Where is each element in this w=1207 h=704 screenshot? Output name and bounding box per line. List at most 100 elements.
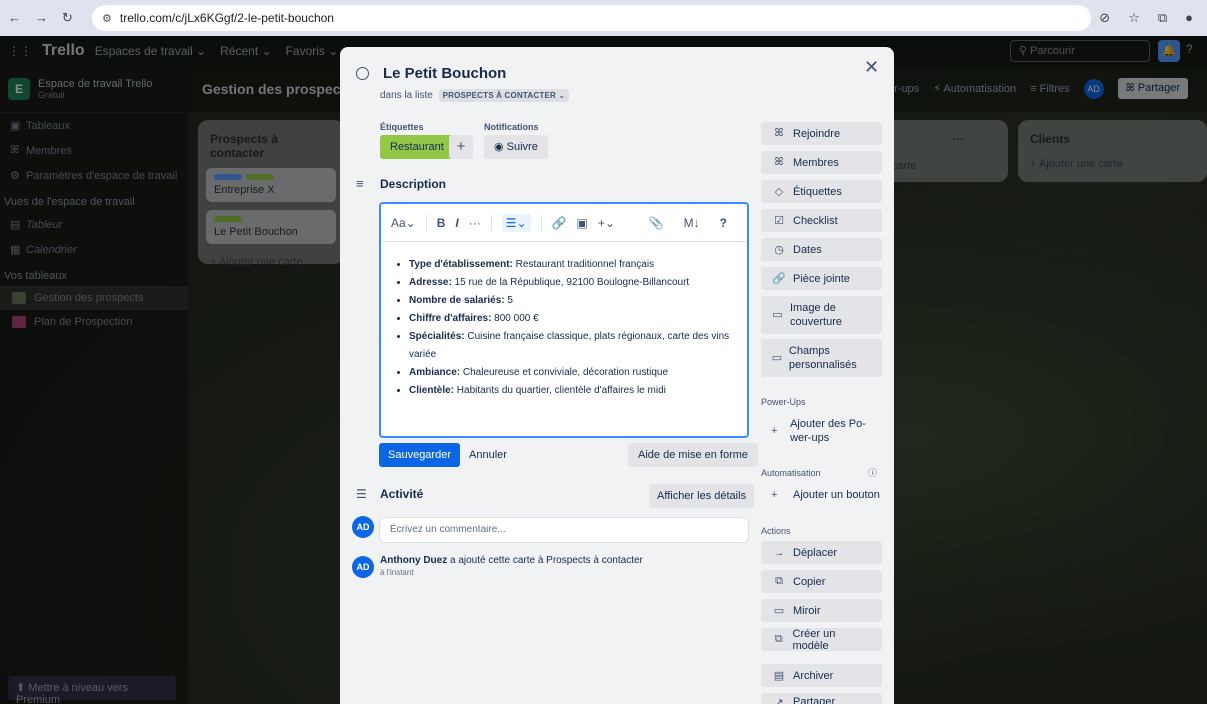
forward-icon[interactable]: → bbox=[35, 10, 48, 26]
activity-timestamp[interactable]: à l'instant bbox=[380, 568, 643, 577]
list-item: Spécialités: Cuisine française classique… bbox=[409, 328, 733, 364]
list-item: Adresse: 15 rue de la République, 92100 … bbox=[409, 274, 733, 292]
move-button[interactable]: → Déplacer bbox=[761, 541, 882, 564]
add-powerups-button[interactable]: + Ajouter des Po-wer-ups bbox=[761, 415, 894, 447]
list-item: Ambiance: Chaleureuse et conviviale, déc… bbox=[409, 364, 733, 382]
comment-input[interactable]: Écrivez un commentaire... bbox=[379, 517, 749, 543]
cancel-button[interactable]: Annuler bbox=[460, 443, 516, 467]
close-icon[interactable]: ✕ bbox=[864, 57, 879, 78]
activity-header: ☰ Activité bbox=[356, 487, 423, 501]
archive-button[interactable]: ▤ Archiver bbox=[761, 664, 882, 687]
description-list: Type d'établissement: Restaurant traditi… bbox=[381, 242, 747, 400]
description-heading: Description bbox=[380, 176, 447, 191]
list-item: Chiffre d'affaires: 800 000 € bbox=[409, 310, 733, 328]
help-icon[interactable]: ? bbox=[720, 216, 727, 230]
activity-user[interactable]: Anthony Duez bbox=[380, 555, 447, 566]
card-title[interactable]: Le Petit Bouchon bbox=[383, 65, 506, 82]
bookmark-star-icon[interactable]: ☆ bbox=[1128, 10, 1140, 26]
description-editor[interactable]: Aa⌄ B I ··· ☰⌄ 🔗 ▣ +⌄ 📎 M↓ ? Type d'étab… bbox=[379, 202, 749, 438]
card-detail-modal: ✕ Le Petit Bouchon dans la liste PROSPEC… bbox=[340, 47, 894, 704]
more-formatting-button[interactable]: ··· bbox=[469, 216, 481, 230]
archive-icon: ▤ bbox=[773, 670, 785, 682]
italic-button[interactable]: I bbox=[455, 216, 458, 230]
create-template-button[interactable]: ⧉ Créer un modèle bbox=[761, 628, 882, 652]
checklist-icon: ☑ bbox=[774, 215, 784, 227]
activity-heading: Activité bbox=[380, 487, 424, 501]
lens-icon[interactable]: ⊘ bbox=[1099, 10, 1110, 26]
list-dropdown[interactable]: ☰⌄ bbox=[501, 213, 531, 232]
mirror-icon: ▭ bbox=[773, 605, 785, 617]
plus-icon: + bbox=[771, 425, 778, 437]
cover-icon: ▭ bbox=[772, 309, 783, 321]
share-icon: ↗ bbox=[774, 697, 784, 704]
members-button[interactable]: ꕤ Membres bbox=[761, 151, 882, 174]
tag-icon: ◇ bbox=[774, 186, 784, 198]
browser-toolbar: ← → ↻ ⚙ trello.com/c/jLx6KGgf/2-le-petit… bbox=[0, 0, 1207, 36]
list-item: Nombre de salariés: 5 bbox=[409, 292, 733, 310]
markdown-icon[interactable]: M↓ bbox=[684, 216, 700, 230]
activity-icon: ☰ bbox=[356, 487, 367, 501]
site-info-icon[interactable]: ⚙ bbox=[102, 12, 112, 25]
add-label-button[interactable]: + bbox=[449, 135, 473, 159]
text-style-dropdown[interactable]: Aa⌄ bbox=[391, 216, 416, 230]
list-item: Clientèle: Habitants du quartier, client… bbox=[409, 382, 733, 400]
format-help-button[interactable]: Aide de mise en forme bbox=[628, 443, 759, 467]
paperclip-icon: 🔗 bbox=[772, 273, 786, 285]
url-text: trello.com/c/jLx6KGgf/2-le-petit-bouchon bbox=[119, 11, 334, 25]
add-button-button[interactable]: + Ajouter un bouton bbox=[761, 485, 890, 505]
address-bar[interactable]: ⚙ trello.com/c/jLx6KGgf/2-le-petit-bouch… bbox=[92, 5, 1092, 31]
extensions-icon[interactable]: ⧉ bbox=[1158, 10, 1167, 26]
profile-icon[interactable]: ● bbox=[1185, 10, 1193, 26]
label-restaurant[interactable]: Restaurant bbox=[380, 135, 454, 159]
eye-icon: ◉ bbox=[494, 141, 507, 153]
insert-dropdown[interactable]: +⌄ bbox=[598, 216, 615, 230]
list-item: Type d'établissement: Restaurant traditi… bbox=[409, 256, 733, 274]
labels-heading: Étiquettes bbox=[380, 122, 424, 132]
arrow-right-icon: → bbox=[773, 546, 785, 559]
browser-nav: ← → ↻ bbox=[8, 10, 88, 26]
list-selector[interactable]: PROSPECTS À CONTACTER ⌄ bbox=[438, 89, 570, 102]
members-icon: ꕤ bbox=[774, 156, 784, 168]
show-details-button[interactable]: Afficher les détails bbox=[649, 484, 755, 508]
notifications-heading: Notifications bbox=[484, 122, 539, 132]
info-icon[interactable]: ⓘ bbox=[868, 466, 877, 479]
follow-button[interactable]: ◉ Suivre bbox=[484, 135, 548, 159]
checklist-button[interactable]: ☑ Checklist bbox=[761, 209, 882, 232]
toolbar-right: 📎 M↓ ? bbox=[649, 216, 737, 230]
link-icon[interactable]: 🔗 bbox=[552, 216, 567, 230]
activity-entry: Anthony Duez a ajouté cette carte à Pros… bbox=[380, 555, 643, 577]
copy-button[interactable]: ⧉ Copier bbox=[761, 570, 882, 593]
plus-icon: + bbox=[771, 489, 778, 501]
attach-icon[interactable]: 📎 bbox=[649, 216, 664, 230]
card-list-info: dans la liste PROSPECTS À CONTACTER ⌄ bbox=[380, 89, 570, 102]
share-card-button[interactable]: ↗ Partager bbox=[761, 693, 882, 704]
reload-icon[interactable]: ↻ bbox=[62, 10, 73, 26]
avatar[interactable]: AD bbox=[352, 516, 374, 538]
save-button[interactable]: Sauvegarder bbox=[379, 443, 460, 467]
complete-checkbox[interactable] bbox=[356, 67, 369, 80]
template-icon: ⧉ bbox=[774, 633, 783, 645]
join-button[interactable]: ꕤ Rejoindre bbox=[761, 122, 882, 145]
attachment-button[interactable]: 🔗 Pièce jointe bbox=[761, 267, 882, 290]
copy-icon: ⧉ bbox=[775, 575, 783, 587]
back-icon[interactable]: ← bbox=[8, 10, 21, 26]
user-plus-icon: ꕤ bbox=[774, 127, 784, 139]
clock-icon: ◷ bbox=[774, 244, 784, 256]
custom-fields-icon: ▭ bbox=[771, 352, 783, 364]
editor-toolbar: Aa⌄ B I ··· ☰⌄ 🔗 ▣ +⌄ 📎 M↓ ? bbox=[381, 204, 747, 242]
cover-button[interactable]: ▭ Image de couverture bbox=[761, 296, 882, 334]
browser-tools: ⊘ ☆ ⧉ ● bbox=[1099, 10, 1193, 26]
avatar[interactable]: AD bbox=[352, 556, 374, 578]
custom-fields-button[interactable]: ▭ Champs personnalisés bbox=[761, 339, 882, 377]
description-icon: ≡ bbox=[356, 176, 364, 191]
description-header: ≡ Description bbox=[356, 176, 446, 191]
image-icon[interactable]: ▣ bbox=[577, 216, 588, 230]
powerups-heading: Power-Ups bbox=[761, 397, 806, 407]
automation-heading: Automatisation bbox=[761, 468, 821, 478]
dates-button[interactable]: ◷ Dates bbox=[761, 238, 882, 261]
actions-heading: Actions bbox=[761, 526, 791, 536]
card-title-row: Le Petit Bouchon bbox=[356, 65, 506, 82]
mirror-button[interactable]: ▭ Miroir bbox=[761, 599, 882, 622]
bold-button[interactable]: B bbox=[437, 216, 446, 230]
labels-button[interactable]: ◇ Étiquettes bbox=[761, 180, 882, 203]
